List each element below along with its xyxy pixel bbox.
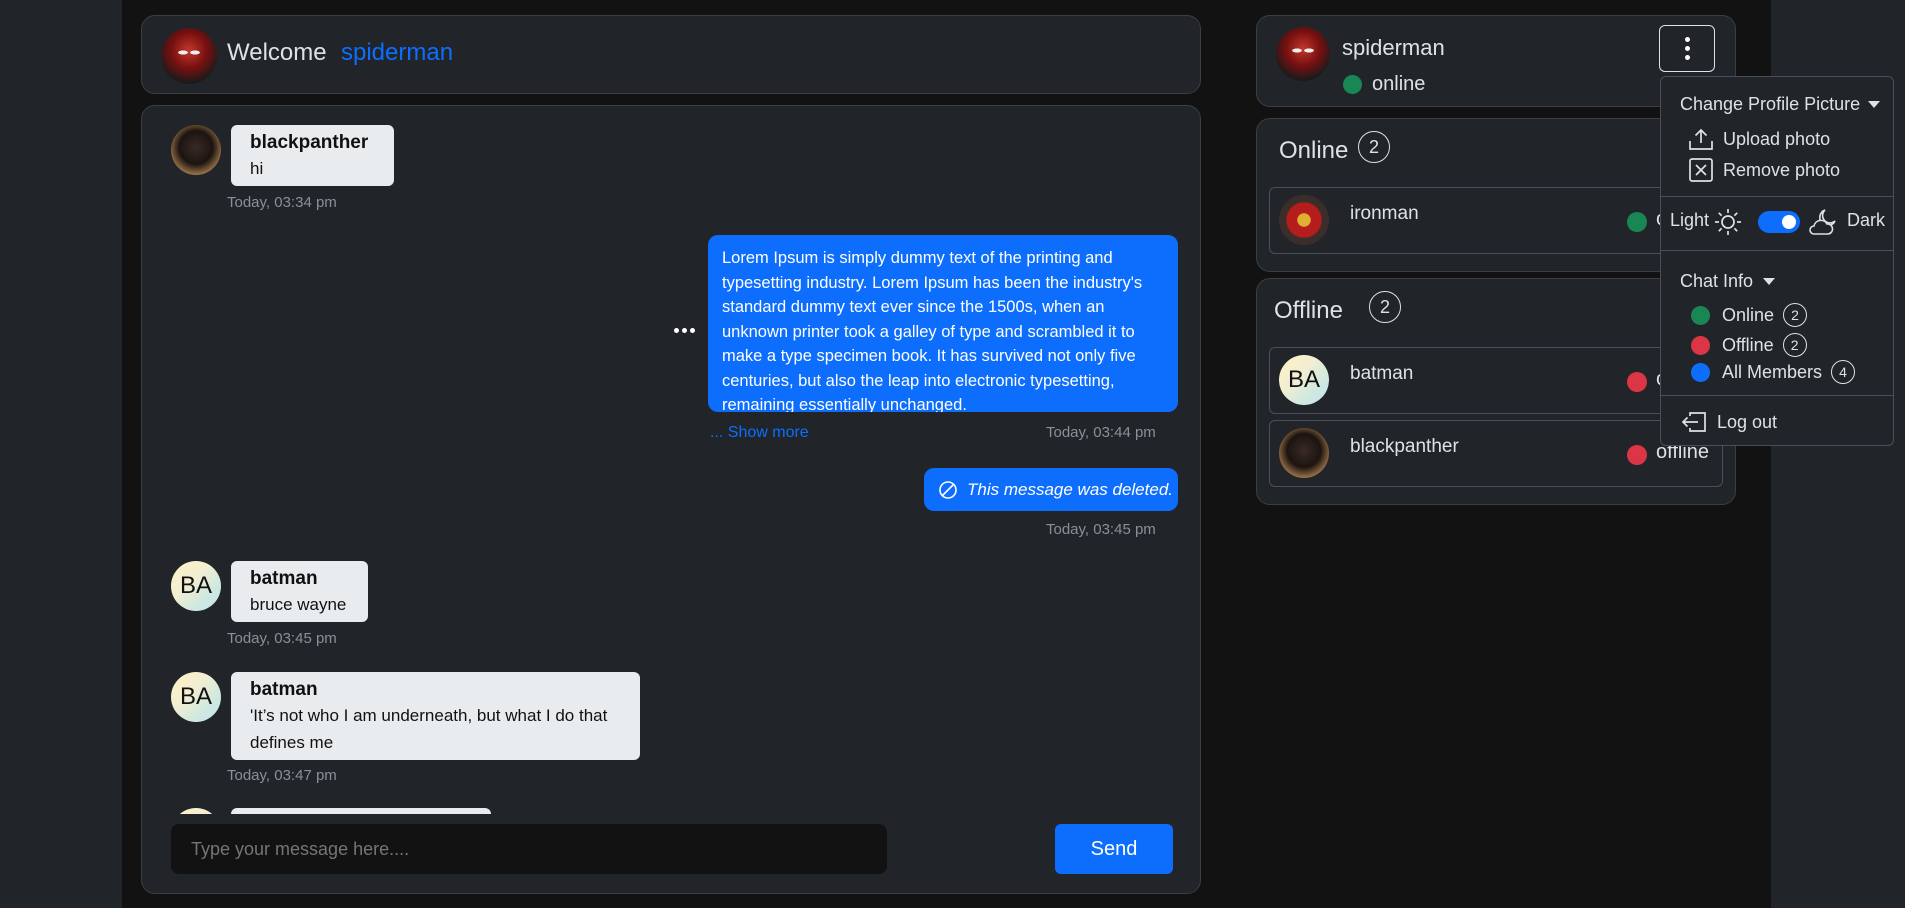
message-sender: blackpanther: [250, 132, 369, 153]
deleted-message-bubble: This message was deleted.: [924, 468, 1178, 511]
sun-icon: [1715, 209, 1741, 235]
header-avatar: [161, 28, 217, 84]
message-options-icon[interactable]: [674, 324, 698, 336]
info-offline: Offline 2: [1691, 333, 1807, 357]
count-badge: 2: [1783, 303, 1808, 327]
message-text: hi: [250, 159, 264, 178]
info-label: All Members: [1722, 361, 1823, 382]
member-name: ironman: [1350, 203, 1419, 224]
message-bubble: blackpanther hi: [231, 125, 394, 186]
online-count-badge: 2: [1358, 131, 1390, 163]
profile-status: online: [1372, 73, 1426, 95]
online-status-dot: [1627, 212, 1647, 232]
light-label: Light: [1670, 210, 1710, 230]
divider: [1661, 250, 1893, 251]
member-avatar: BA: [1279, 355, 1329, 405]
offline-count-badge: 2: [1369, 291, 1401, 323]
toggle-knob: [1782, 215, 1796, 229]
member-avatar: [1279, 195, 1329, 245]
dark-label: Dark: [1847, 210, 1886, 230]
info-label: Offline: [1722, 334, 1774, 355]
cloud-moon-icon: [1809, 209, 1836, 235]
online-title: Online: [1279, 137, 1349, 164]
info-online: Online 2: [1691, 303, 1808, 327]
message-time: Today, 03:47 pm: [227, 767, 337, 784]
offline-status-dot: [1691, 335, 1710, 355]
logout-icon: [1681, 412, 1706, 432]
message-text: bruce wayne: [250, 595, 347, 614]
avatar: [171, 125, 221, 175]
upload-icon: [1689, 128, 1713, 150]
count-badge: 2: [1782, 333, 1807, 357]
message-bubble: batman 'It’s not who I am underneath, bu…: [231, 672, 640, 760]
info-all-members: All Members 4: [1691, 360, 1856, 384]
send-button[interactable]: Send: [1055, 824, 1173, 874]
remove-photo-label: Remove photo: [1723, 159, 1841, 180]
profile-name: spiderman: [1342, 35, 1445, 60]
chat-info-label: Chat Info: [1680, 271, 1754, 291]
message-list[interactable]: blackpanther hi Today, 03:34 pm Lorem Ip…: [142, 106, 1202, 814]
message-text: 'It’s not who I am underneath, but what …: [250, 706, 608, 752]
caret-down-icon: [1763, 278, 1776, 285]
caret-down-icon: [1868, 101, 1881, 108]
chat-header: Welcome spiderman: [141, 15, 1201, 94]
offline-status-dot: [1627, 372, 1647, 392]
profile-menu-button[interactable]: [1659, 25, 1715, 72]
chat-panel: blackpanther hi Today, 03:34 pm Lorem Ip…: [141, 105, 1201, 894]
offline-status-dot: [1627, 445, 1647, 465]
welcome-text: Welcome: [227, 39, 327, 66]
upload-photo-item[interactable]: Upload photo: [1688, 127, 1830, 151]
theme-toggle[interactable]: [1758, 211, 1800, 233]
divider: [1661, 395, 1893, 396]
remove-photo-item[interactable]: Remove photo: [1688, 157, 1840, 183]
member-name: batman: [1350, 363, 1414, 384]
message-sender: batman: [250, 568, 318, 589]
show-more-link[interactable]: ... Show more: [710, 424, 809, 442]
change-picture-toggle[interactable]: Change Profile Picture: [1680, 94, 1881, 115]
member-row[interactable]: BA batman offline: [1269, 347, 1723, 414]
avatar: BA: [171, 672, 221, 722]
header-username: spiderman: [341, 39, 454, 66]
message-text: This message was deleted.: [967, 479, 1173, 499]
message-time: Today, 03:45 pm: [227, 630, 337, 647]
message-input[interactable]: [171, 824, 887, 874]
message-time: Today, 03:34 pm: [227, 194, 337, 211]
member-name: blackpanther: [1350, 436, 1459, 457]
all-members-dot: [1691, 362, 1710, 382]
avatar: BA: [171, 561, 221, 611]
online-status-dot: [1343, 75, 1362, 94]
chat-info-toggle[interactable]: Chat Info: [1680, 271, 1776, 292]
deleted-icon: [939, 480, 957, 499]
message-time: Today, 03:44 pm: [1046, 424, 1156, 441]
message-time: Today, 03:45 pm: [1046, 521, 1156, 538]
info-label: Online: [1722, 304, 1775, 325]
profile-avatar: [1276, 27, 1330, 81]
profile-dropdown-menu: Change Profile Picture Upload photo Remo…: [1660, 76, 1894, 446]
online-status-dot: [1691, 305, 1710, 325]
member-row[interactable]: ironman online: [1269, 187, 1723, 254]
message-sender: batman: [250, 679, 318, 700]
divider: [1661, 196, 1893, 197]
change-picture-label: Change Profile Picture: [1680, 94, 1861, 114]
own-message-bubble: Lorem Ipsum is simply dummy text of the …: [708, 235, 1178, 412]
avatar: [171, 808, 221, 814]
member-row[interactable]: blackpanther offline: [1269, 420, 1723, 487]
upload-photo-label: Upload photo: [1723, 128, 1831, 149]
message-text: Lorem Ipsum is simply dummy text of the …: [722, 249, 1143, 412]
count-badge: 4: [1831, 360, 1856, 384]
message-bubble: [231, 808, 491, 814]
offline-title: Offline: [1274, 297, 1343, 324]
logout-label: Log out: [1717, 411, 1778, 432]
kebab-icon: [1666, 37, 1708, 60]
logout-item[interactable]: Log out: [1680, 410, 1777, 434]
close-square-icon: [1689, 158, 1713, 182]
member-avatar: [1279, 428, 1329, 478]
message-bubble: batman bruce wayne: [231, 561, 368, 622]
